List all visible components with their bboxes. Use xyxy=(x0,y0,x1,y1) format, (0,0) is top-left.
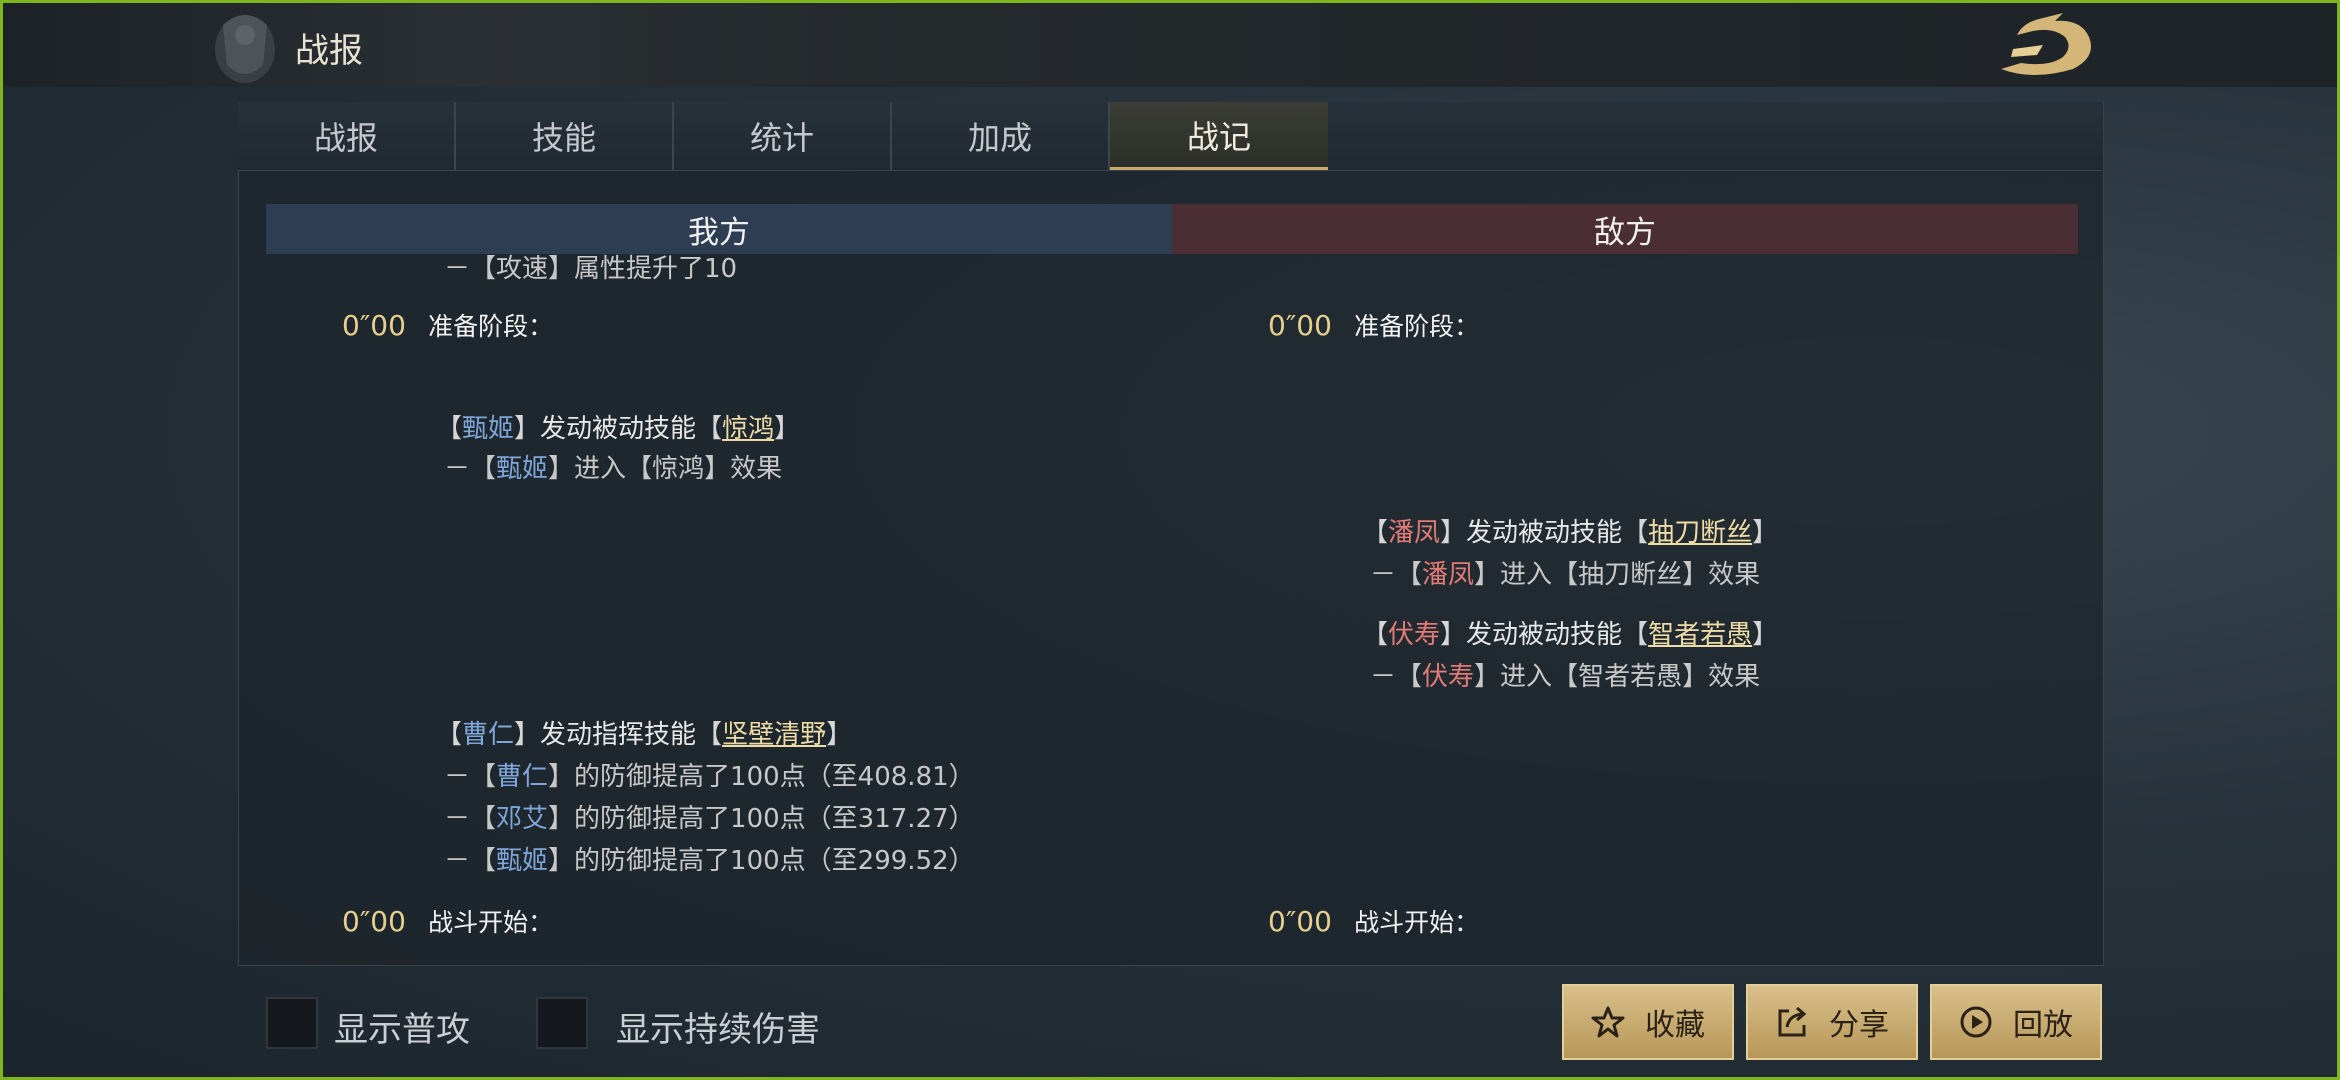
favorite-button[interactable]: 收藏 xyxy=(1562,984,1734,1060)
title-bar: 战报 xyxy=(3,3,2337,87)
page-title: 战报 xyxy=(295,31,363,71)
clipped-log-line: －【攻速】属性提升了10 xyxy=(444,254,738,284)
timestamp: 0″00 xyxy=(1268,309,1332,342)
general-name[interactable]: 伏寿 xyxy=(1388,620,1440,650)
battle-start-row: 0″00 战斗开始： xyxy=(342,903,553,939)
defense-up-line: －【邓艾】的防御提高了100点（至317.27） xyxy=(444,804,975,834)
battle-start-row: 0″00 战斗开始： xyxy=(1268,903,1479,939)
skill-link[interactable]: 智者若愚 xyxy=(1648,620,1752,650)
general-name[interactable]: 甄姬 xyxy=(462,414,514,444)
prep-phase-row: 0″00 准备阶段： xyxy=(1268,307,1479,343)
show-normal-attack-label: 显示普攻 xyxy=(334,1010,470,1050)
tab-bar: 战报 技能 统计 加成 战记 xyxy=(238,102,2102,171)
general-name[interactable]: 邓艾 xyxy=(496,804,548,834)
timestamp: 0″00 xyxy=(342,905,406,938)
phase-label: 战斗开始： xyxy=(428,908,554,937)
effect-enter-line: －【伏寿】进入【智者若愚】效果 xyxy=(1370,662,1761,692)
skill-trigger-line: 【曹仁】发动指挥技能【坚壁清野】 xyxy=(436,720,853,750)
skill-link[interactable]: 坚壁清野 xyxy=(722,720,826,750)
skill-trigger-line: 【伏寿】发动被动技能【智者若愚】 xyxy=(1362,620,1779,650)
defense-up-line: －【曹仁】的防御提高了100点（至408.81） xyxy=(444,762,975,792)
general-name[interactable]: 甄姬 xyxy=(496,454,548,484)
general-name[interactable]: 伏寿 xyxy=(1422,662,1474,692)
replay-label: 回放 xyxy=(2013,1008,2073,1043)
skill-trigger-line: 【甄姬】发动被动技能【惊鸿】 xyxy=(436,414,801,444)
play-icon xyxy=(1960,1006,1992,1038)
my-side-header: 我方 xyxy=(266,204,1172,254)
general-name[interactable]: 甄姬 xyxy=(496,846,548,876)
tab-bonus[interactable]: 加成 xyxy=(892,102,1110,170)
share-label: 分享 xyxy=(1829,1008,1889,1043)
tab-statistics[interactable]: 统计 xyxy=(674,102,892,170)
enemy-side-header: 敌方 xyxy=(1172,204,2078,254)
effect-enter-line: －【甄姬】进入【惊鸿】效果 xyxy=(444,454,783,484)
show-normal-attack-checkbox[interactable] xyxy=(266,997,318,1049)
phase-label: 战斗开始： xyxy=(1354,908,1480,937)
tab-battle-log[interactable]: 战记 xyxy=(1110,102,1328,170)
phase-label: 准备阶段： xyxy=(1354,312,1480,341)
general-name[interactable]: 潘凤 xyxy=(1388,518,1440,548)
warrior-emblem-icon xyxy=(215,15,275,83)
general-name[interactable]: 曹仁 xyxy=(496,762,548,792)
tab-battle-report[interactable]: 战报 xyxy=(238,102,456,170)
defense-up-line: －【甄姬】的防御提高了100点（至299.52） xyxy=(444,846,975,876)
skill-trigger-line: 【潘凤】发动被动技能【抽刀断丝】 xyxy=(1362,518,1779,548)
share-icon xyxy=(1778,1006,1807,1037)
enemy-side-log[interactable]: 0″00 准备阶段： 【潘凤】发动被动技能【抽刀断丝】 －【潘凤】进入【抽刀断丝… xyxy=(1172,254,2078,954)
phase-label: 准备阶段： xyxy=(428,312,554,341)
favorite-label: 收藏 xyxy=(1645,1008,1705,1043)
share-button[interactable]: 分享 xyxy=(1746,984,1918,1060)
timestamp: 0″00 xyxy=(342,309,406,342)
timestamp: 0″00 xyxy=(1268,905,1332,938)
effect-enter-line: －【潘凤】进入【抽刀断丝】效果 xyxy=(1370,560,1761,590)
show-dot-checkbox[interactable] xyxy=(536,997,588,1049)
general-name[interactable]: 曹仁 xyxy=(462,720,514,750)
prep-phase-row: 0″00 准备阶段： xyxy=(342,307,553,343)
show-dot-label: 显示持续伤害 xyxy=(616,1010,820,1050)
my-side-log[interactable]: －【攻速】属性提升了10 0″00 准备阶段： 【甄姬】发动被动技能【惊鸿】 －… xyxy=(266,254,1172,954)
general-name[interactable]: 潘凤 xyxy=(1422,560,1474,590)
replay-button[interactable]: 回放 xyxy=(1930,984,2102,1060)
tab-skills[interactable]: 技能 xyxy=(456,102,674,170)
dragon-logo-icon xyxy=(2001,13,2091,75)
skill-link[interactable]: 抽刀断丝 xyxy=(1648,518,1752,548)
star-icon xyxy=(1591,1006,1625,1038)
skill-link[interactable]: 惊鸿 xyxy=(722,414,774,444)
